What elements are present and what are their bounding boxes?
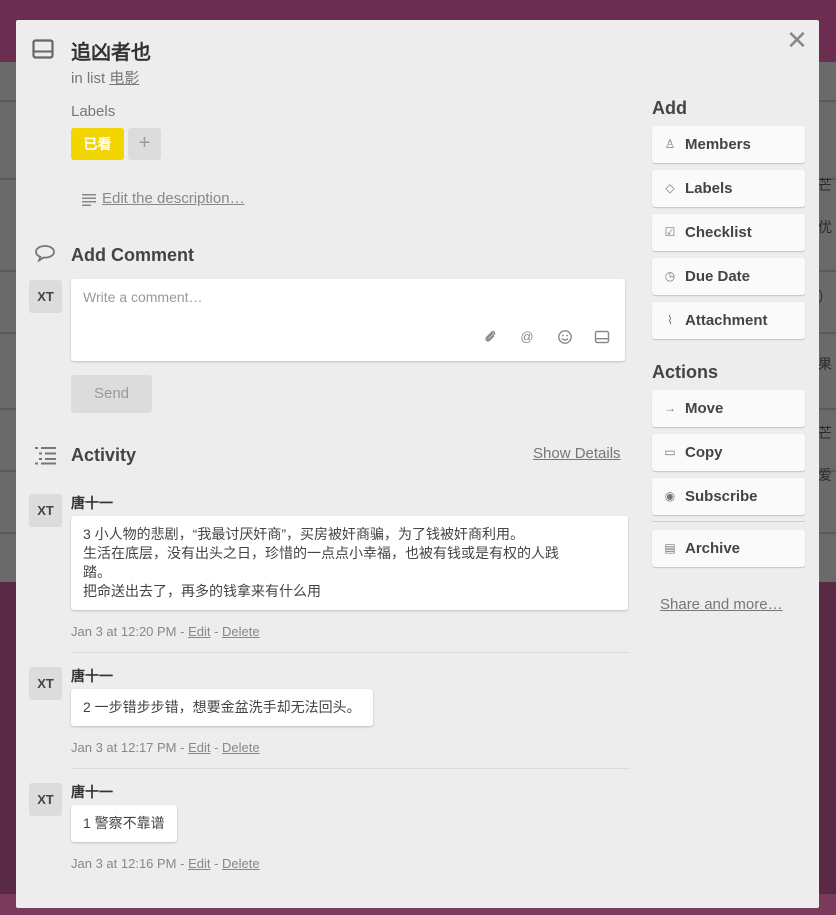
avatar[interactable]: XT xyxy=(29,667,62,700)
label-chip[interactable]: 已看 xyxy=(71,128,124,160)
checklist-button[interactable]: ☑ Checklist xyxy=(652,214,805,251)
comment-text-line: 生活在底层，没有出头之日，珍惜的一点点小幸福，也被有钱或是有权的人践 xyxy=(83,545,559,561)
comment-timestamp: Jan 3 at 12:16 PM xyxy=(71,856,177,871)
comment-meta: Jan 3 at 12:20 PM - Edit - Delete xyxy=(71,624,260,639)
archive-button[interactable]: ▤ Archive xyxy=(652,530,805,567)
comment-box: @ xyxy=(71,279,625,361)
activity-heading: Activity xyxy=(71,445,137,465)
share-and-more-link[interactable]: Share and more… xyxy=(660,596,783,613)
tag-icon: ◇ xyxy=(665,181,675,195)
labels-button-label: Labels xyxy=(685,180,733,197)
archive-icon: ▤ xyxy=(664,541,676,555)
eye-icon: ◉ xyxy=(664,489,676,503)
background-card-text: 爱 xyxy=(818,468,832,484)
add-comment-heading: Add Comment xyxy=(71,245,194,265)
actions-heading: Actions xyxy=(652,362,719,382)
comment-timestamp: Jan 3 at 12:17 PM xyxy=(71,740,177,755)
comment-text-line: 3 小人物的悲剧，“我最讨厌奸商”，买房被奸商骗，为了钱被奸商利用。 xyxy=(83,526,524,542)
comment-author[interactable]: 唐十一 xyxy=(71,493,113,513)
activity-divider xyxy=(71,652,630,653)
comment-input[interactable] xyxy=(83,289,603,305)
labels-button[interactable]: ◇ Labels xyxy=(652,170,805,207)
members-button[interactable]: ♙ Members xyxy=(652,126,805,163)
avatar[interactable]: XT xyxy=(29,280,62,313)
copy-button[interactable]: ▭ Copy xyxy=(652,434,805,471)
person-icon: ♙ xyxy=(664,137,676,151)
edit-description-link[interactable]: Edit the description… xyxy=(102,190,245,207)
comment-text: 3 小人物的悲剧，“我最讨厌奸商”，买房被奸商骗，为了钱被奸商利用。 生活在底层… xyxy=(71,516,628,610)
comment-text-line: 1 警察不靠谱 xyxy=(83,815,165,831)
background-card-text: ） xyxy=(818,290,832,306)
copy-icon: ▭ xyxy=(664,445,676,459)
description-icon xyxy=(82,194,96,206)
comment-text-line: 踏。 xyxy=(83,564,111,580)
delete-comment-link[interactable]: Delete xyxy=(222,624,260,639)
comment-icon xyxy=(35,245,55,262)
emoji-icon[interactable] xyxy=(557,329,573,345)
attachment-button-label: Attachment xyxy=(685,312,768,329)
card-icon[interactable] xyxy=(594,329,610,345)
add-label-button[interactable]: + xyxy=(128,128,161,160)
list-link[interactable]: 电影 xyxy=(109,70,139,87)
checklist-button-label: Checklist xyxy=(685,224,752,241)
in-list-prefix: in list xyxy=(71,70,106,87)
subscribe-button[interactable]: ◉ Subscribe xyxy=(652,478,805,515)
background-card-text: 优 xyxy=(818,220,832,236)
avatar[interactable]: XT xyxy=(29,783,62,816)
comment-meta: Jan 3 at 12:17 PM - Edit - Delete xyxy=(71,740,260,755)
list-reference: in list 电影 xyxy=(71,67,139,88)
comment-text: 2 一步错步步错，想要金盆洗手却无法回头。 xyxy=(71,689,373,726)
comment-author[interactable]: 唐十一 xyxy=(71,666,113,686)
comment-text: 1 警察不靠谱 xyxy=(71,805,177,842)
send-button[interactable]: Send xyxy=(71,375,152,413)
attachment-icon[interactable] xyxy=(482,329,498,345)
due-date-button[interactable]: ◷ Due Date xyxy=(652,258,805,295)
comment-meta: Jan 3 at 12:16 PM - Edit - Delete xyxy=(71,856,260,871)
add-heading: Add xyxy=(652,98,687,118)
card-title[interactable]: 追凶者也 xyxy=(71,36,151,65)
comment-text-line: 把命送出去了，再多的钱拿来有什么用 xyxy=(83,583,321,599)
subscribe-button-label: Subscribe xyxy=(685,488,758,505)
labels-heading: Labels xyxy=(71,103,116,120)
activity-icon xyxy=(35,447,56,465)
checkbox-icon: ☑ xyxy=(664,225,676,239)
move-button[interactable]: → Move xyxy=(652,390,805,427)
copy-button-label: Copy xyxy=(685,444,723,461)
comment-text-line: 2 一步错步步错，想要金盆洗手却无法回头。 xyxy=(83,699,361,715)
move-button-label: Move xyxy=(685,400,724,417)
archive-button-label: Archive xyxy=(685,540,741,557)
sidebar-divider xyxy=(652,521,805,522)
background-card-text: 果 xyxy=(818,357,832,373)
members-button-label: Members xyxy=(685,136,751,153)
clock-icon: ◷ xyxy=(664,269,676,283)
mention-icon[interactable]: @ xyxy=(519,329,535,345)
card-detail-modal: ✕ 追凶者也 in list 电影 Labels 已看 + Edit the d… xyxy=(16,20,819,908)
avatar[interactable]: XT xyxy=(29,494,62,527)
edit-comment-link[interactable]: Edit xyxy=(188,740,210,755)
delete-comment-link[interactable]: Delete xyxy=(222,740,260,755)
comment-author[interactable]: 唐十一 xyxy=(71,782,113,802)
background-card-text: 芒 xyxy=(818,178,832,194)
due-date-button-label: Due Date xyxy=(685,268,751,285)
delete-comment-link[interactable]: Delete xyxy=(222,856,260,871)
activity-divider xyxy=(71,768,630,769)
edit-comment-link[interactable]: Edit xyxy=(188,856,210,871)
card-icon xyxy=(32,39,54,59)
show-details-link[interactable]: Show Details xyxy=(533,445,621,462)
edit-comment-link[interactable]: Edit xyxy=(188,624,210,639)
comment-timestamp: Jan 3 at 12:20 PM xyxy=(71,624,177,639)
close-icon[interactable]: ✕ xyxy=(785,27,809,53)
attachment-button[interactable]: ⌇ Attachment xyxy=(652,302,805,339)
arrow-right-icon: → xyxy=(664,401,676,415)
background-card-text: 芒 xyxy=(818,426,832,442)
paperclip-icon: ⌇ xyxy=(667,313,673,327)
